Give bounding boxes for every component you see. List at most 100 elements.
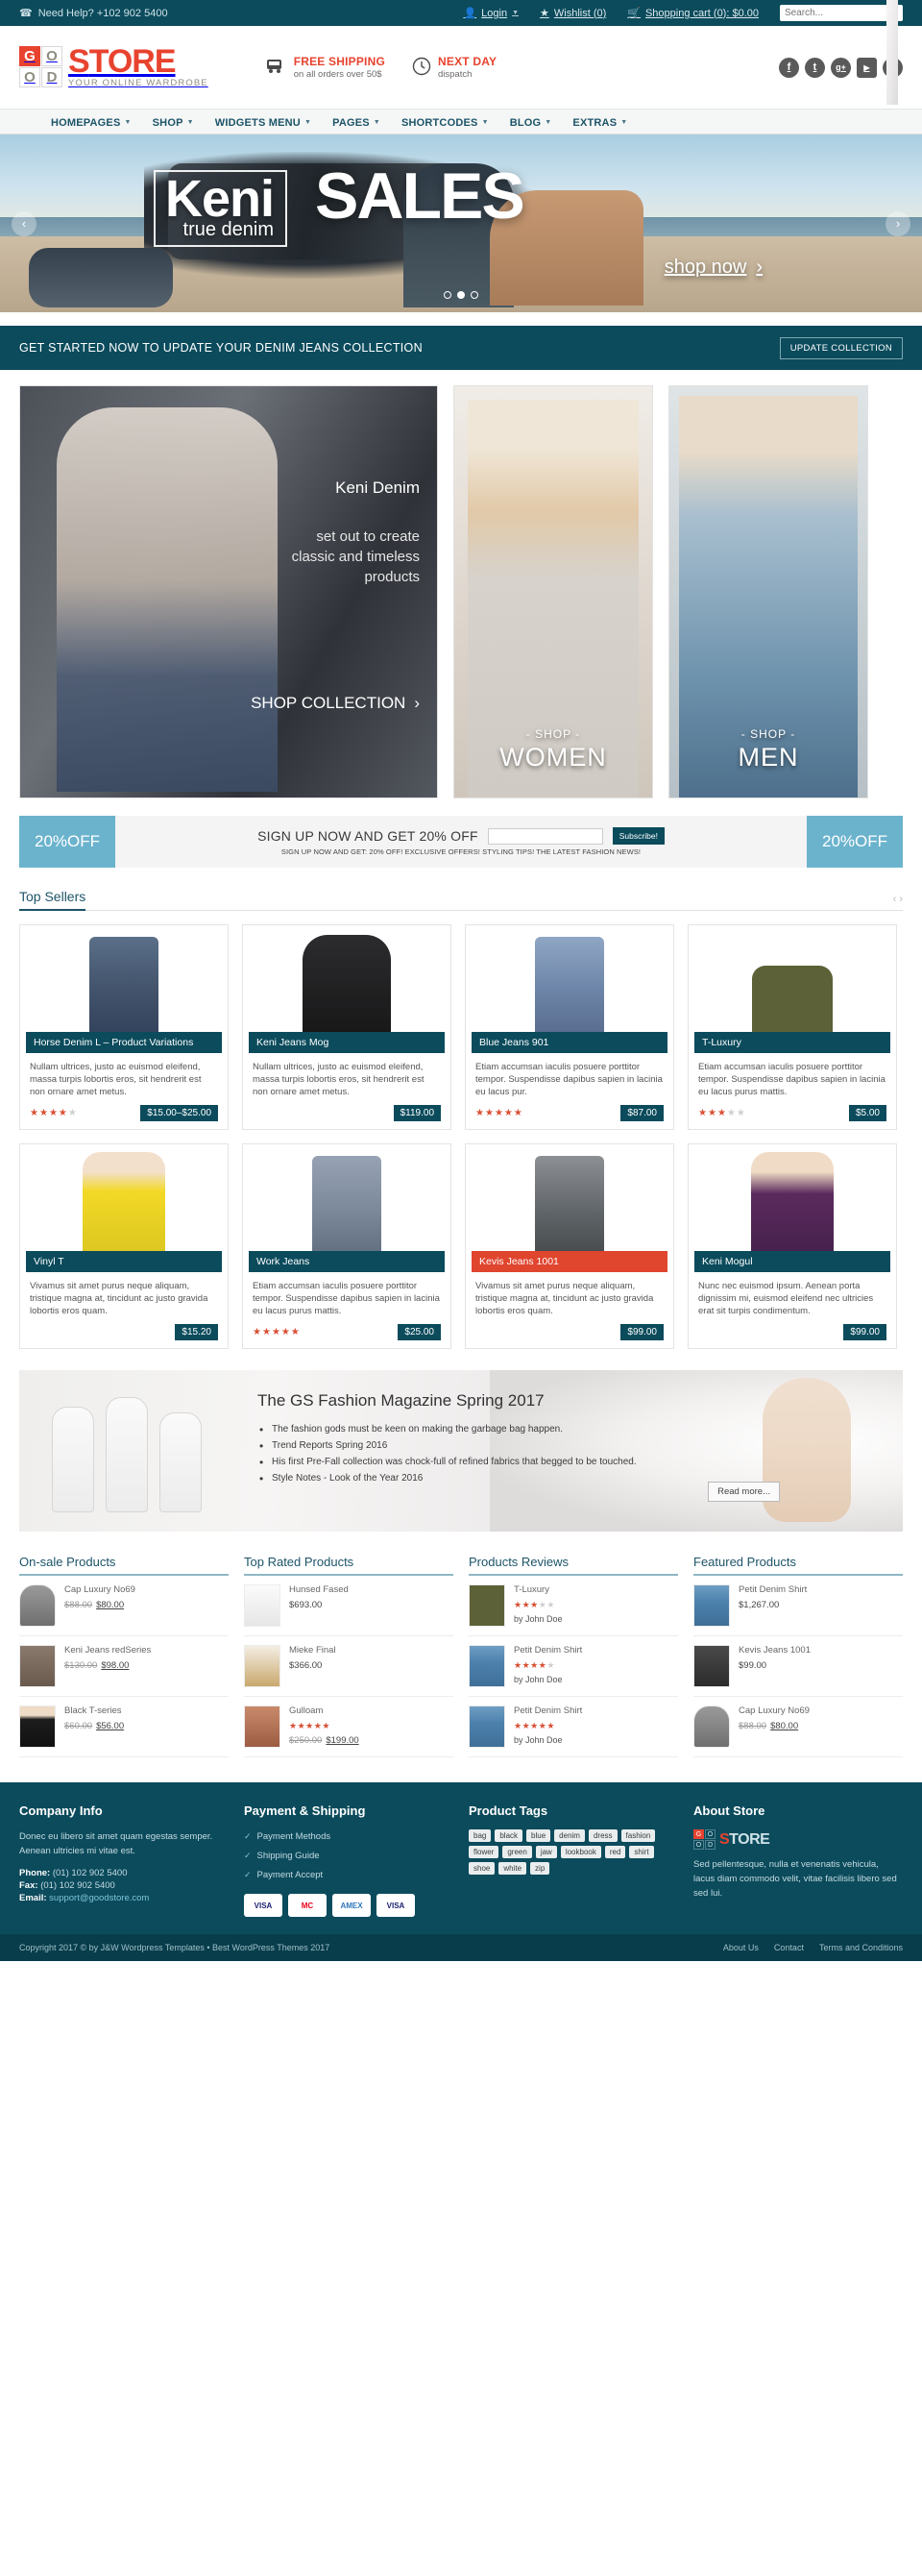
product-tag[interactable]: red bbox=[604, 1846, 626, 1858]
nav-item-shortcodes[interactable]: SHORTCODES ▼ bbox=[391, 117, 499, 129]
hero-prev-arrow[interactable]: ‹ bbox=[12, 210, 36, 236]
product-thumbnail[interactable] bbox=[20, 1144, 228, 1262]
nav-item-homepages[interactable]: HOMEPAGES ▼ bbox=[40, 117, 142, 129]
product-name[interactable]: Keni Jeans Mog bbox=[249, 1032, 445, 1053]
product-name[interactable]: Keni Mogul bbox=[694, 1251, 890, 1272]
nav-item-pages[interactable]: PAGES ▼ bbox=[322, 117, 391, 129]
hero-shop-now-link[interactable]: shop now › bbox=[665, 257, 763, 279]
newsletter-email-input[interactable] bbox=[487, 827, 603, 845]
product-card[interactable]: Work Jeans Etiam accumsan iaculis posuer… bbox=[242, 1143, 451, 1349]
product-name[interactable]: Kevis Jeans 1001 bbox=[472, 1251, 667, 1272]
widget-item-name[interactable]: Hunsed Fased bbox=[289, 1584, 453, 1595]
googleplus-icon[interactable]: g+ bbox=[831, 57, 851, 78]
widget-item[interactable]: Hunsed Fased $693.00 bbox=[244, 1576, 453, 1636]
widget-item-thumbnail[interactable] bbox=[19, 1705, 56, 1748]
product-card[interactable]: T-Luxury Etiam accumsan iaculis posuere … bbox=[688, 924, 897, 1130]
product-tag[interactable]: dress bbox=[588, 1829, 618, 1842]
shop-collection-link[interactable]: SHOP COLLECTION › bbox=[251, 694, 420, 713]
product-card[interactable]: Vinyl T Vivamus sit amet purus neque ali… bbox=[19, 1143, 229, 1349]
footer-payment-item[interactable]: ✓ Payment Accept bbox=[244, 1868, 448, 1882]
tile-women[interactable]: - SHOP - WOMEN bbox=[453, 385, 653, 798]
widget-item[interactable]: Petit Denim Shirt ★★★★★ by John Doe bbox=[469, 1636, 678, 1697]
widget-item[interactable]: Petit Denim Shirt $1,267.00 bbox=[693, 1576, 903, 1636]
wishlist-link[interactable]: ★ Wishlist (0) bbox=[540, 7, 606, 20]
twitter-icon[interactable]: t bbox=[805, 57, 825, 78]
product-tag[interactable]: blue bbox=[526, 1829, 551, 1842]
nav-item-extras[interactable]: EXTRAS ▼ bbox=[562, 117, 638, 129]
hero-dot-1[interactable] bbox=[444, 291, 451, 299]
widget-item-thumbnail[interactable] bbox=[693, 1705, 730, 1748]
widget-item-thumbnail[interactable] bbox=[19, 1584, 56, 1627]
newsletter-subscribe-button[interactable]: Subscribe! bbox=[612, 827, 665, 845]
widget-item-name[interactable]: Cap Luxury No69 bbox=[739, 1705, 903, 1716]
product-card[interactable]: Horse Denim L – Product Variations Nulla… bbox=[19, 924, 229, 1130]
widget-item[interactable]: Black T-series $60.00 $56.00 bbox=[19, 1697, 229, 1757]
product-thumbnail[interactable] bbox=[243, 1144, 450, 1262]
widget-item-thumbnail[interactable] bbox=[469, 1584, 505, 1627]
shopping-cart-link[interactable]: 🛒 Shopping cart (0): $0.00 bbox=[627, 7, 759, 20]
widget-item-name[interactable]: Gulloam bbox=[289, 1705, 453, 1716]
nav-item-blog[interactable]: BLOG ▼ bbox=[499, 117, 563, 129]
carousel-prev-button[interactable]: ‹ bbox=[893, 894, 897, 905]
login-link[interactable]: 👤 Login ▼ bbox=[463, 7, 519, 20]
widget-item-thumbnail[interactable] bbox=[244, 1584, 280, 1627]
product-tag[interactable]: denim bbox=[554, 1829, 585, 1842]
product-card[interactable]: Keni Jeans Mog Nullam ultrices, justo ac… bbox=[242, 924, 451, 1130]
widget-item-name[interactable]: Petit Denim Shirt bbox=[514, 1645, 678, 1656]
nav-item-widgets-menu[interactable]: WIDGETS MENU ▼ bbox=[205, 117, 322, 129]
hero-next-arrow[interactable]: › bbox=[886, 210, 910, 236]
widget-item[interactable]: Mieke Final $366.00 bbox=[244, 1636, 453, 1697]
product-tag[interactable]: zip bbox=[530, 1862, 550, 1875]
widget-item[interactable]: Kevis Jeans 1001 $99.00 bbox=[693, 1636, 903, 1697]
product-thumbnail[interactable] bbox=[466, 1144, 673, 1262]
carousel-next-button[interactable]: › bbox=[899, 894, 903, 905]
footer-link[interactable]: Contact bbox=[774, 1943, 804, 1952]
widget-item[interactable]: T-Luxury ★★★★★ by John Doe bbox=[469, 1576, 678, 1636]
footer-payment-item[interactable]: ✓ Shipping Guide bbox=[244, 1849, 448, 1863]
product-tag[interactable]: flower bbox=[469, 1846, 499, 1858]
product-name[interactable]: Work Jeans bbox=[249, 1251, 445, 1272]
product-name[interactable]: Blue Jeans 901 bbox=[472, 1032, 667, 1053]
widget-item-thumbnail[interactable] bbox=[19, 1645, 56, 1687]
product-thumbnail[interactable] bbox=[243, 925, 450, 1043]
widget-item-thumbnail[interactable] bbox=[469, 1645, 505, 1687]
footer-link[interactable]: Terms and Conditions bbox=[819, 1943, 903, 1952]
product-card[interactable]: Keni Mogul Nunc nec euismod ipsum. Aenea… bbox=[688, 1143, 897, 1349]
product-name[interactable]: T-Luxury bbox=[694, 1032, 890, 1053]
widget-item-thumbnail[interactable] bbox=[693, 1584, 730, 1627]
search-box[interactable]: 🔍 bbox=[780, 0, 903, 105]
widget-item-thumbnail[interactable] bbox=[469, 1705, 505, 1748]
footer-payment-item[interactable]: ✓ Payment Methods bbox=[244, 1829, 448, 1844]
widget-item-name[interactable]: Keni Jeans redSeries bbox=[64, 1645, 229, 1656]
product-tag[interactable]: bag bbox=[469, 1829, 492, 1842]
product-tag[interactable]: lookbook bbox=[560, 1846, 601, 1858]
product-card[interactable]: Kevis Jeans 1001 Vivamus sit amet purus … bbox=[465, 1143, 674, 1349]
product-tag[interactable]: shirt bbox=[629, 1846, 654, 1858]
tile-men[interactable]: - SHOP - MEN bbox=[668, 385, 868, 798]
update-collection-button[interactable]: UPDATE COLLECTION bbox=[779, 336, 903, 359]
widget-item-name[interactable]: T-Luxury bbox=[514, 1584, 678, 1595]
product-name[interactable]: Vinyl T bbox=[26, 1251, 222, 1272]
footer-link[interactable]: About Us bbox=[723, 1943, 759, 1952]
footer-email-value[interactable]: support@goodstore.com bbox=[49, 1893, 149, 1903]
product-thumbnail[interactable] bbox=[689, 925, 896, 1043]
widget-item-thumbnail[interactable] bbox=[244, 1705, 280, 1748]
read-more-button[interactable]: Read more... bbox=[708, 1482, 780, 1502]
widget-item[interactable]: Cap Luxury No69 $88.00 $80.00 bbox=[693, 1697, 903, 1757]
widget-item[interactable]: Gulloam ★★★★★ $250.00 $199.00 bbox=[244, 1697, 453, 1757]
product-tag[interactable]: green bbox=[502, 1846, 532, 1858]
widget-item-name[interactable]: Petit Denim Shirt bbox=[739, 1584, 903, 1595]
hero-dot-3[interactable] bbox=[471, 291, 478, 299]
hero-dot-2[interactable] bbox=[457, 291, 465, 299]
widget-item[interactable]: Petit Denim Shirt ★★★★★ by John Doe bbox=[469, 1697, 678, 1757]
youtube-icon[interactable]: ▶ bbox=[857, 57, 877, 78]
widget-item-thumbnail[interactable] bbox=[244, 1645, 280, 1687]
product-thumbnail[interactable] bbox=[466, 925, 673, 1043]
product-tag[interactable]: fashion bbox=[620, 1829, 656, 1842]
product-thumbnail[interactable] bbox=[20, 925, 228, 1043]
product-tag[interactable]: black bbox=[495, 1829, 523, 1842]
widget-item-name[interactable]: Black T-series bbox=[64, 1705, 229, 1716]
product-name[interactable]: Horse Denim L – Product Variations bbox=[26, 1032, 222, 1053]
product-thumbnail[interactable] bbox=[689, 1144, 896, 1262]
product-tag[interactable]: shoe bbox=[469, 1862, 496, 1875]
